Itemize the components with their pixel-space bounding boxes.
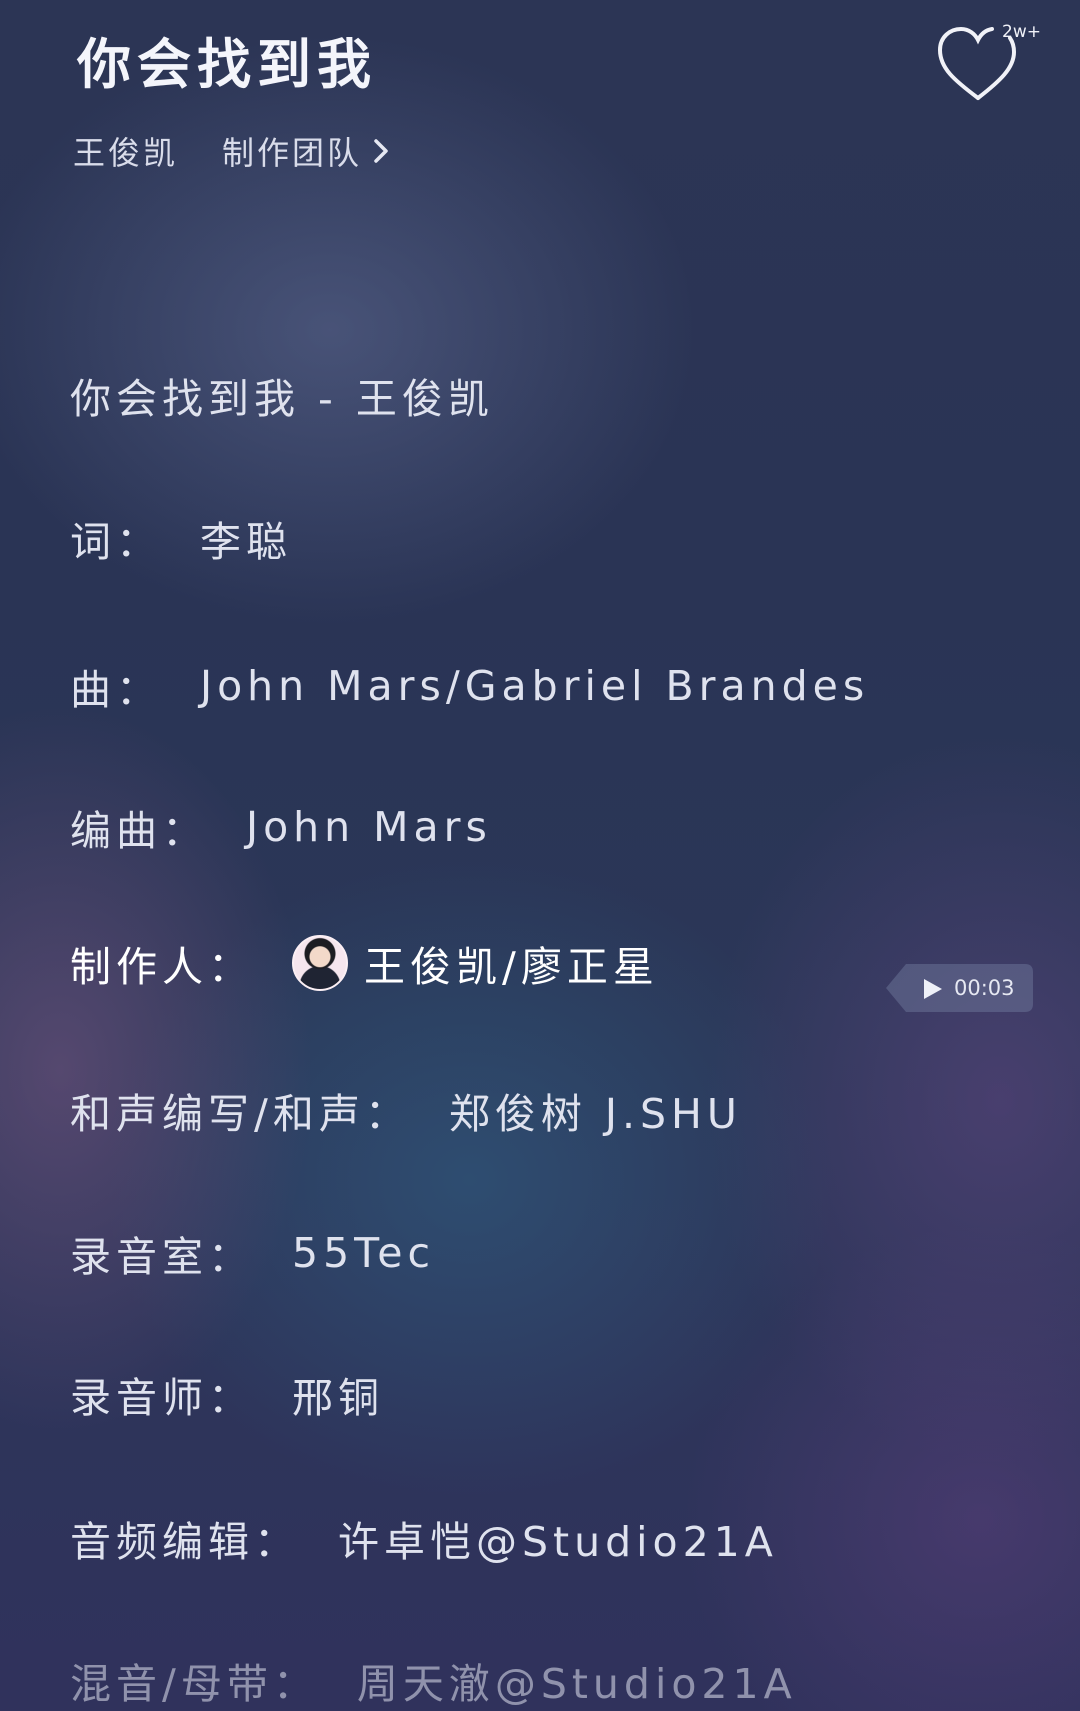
credit-value: 李聪 [200, 518, 292, 566]
play-from-here-button[interactable]: 00:03 [884, 963, 1034, 1013]
credit-lyricist: 词： 李聪 [70, 508, 292, 568]
credit-engineer: 录音师： 邢铜 [70, 1364, 384, 1424]
credit-label: 曲： [70, 666, 162, 714]
playback-time: 00:03 [954, 976, 1015, 1000]
production-team-link[interactable]: 制作团队 [222, 128, 390, 174]
artist-row: 王俊凯 制作团队 [73, 128, 390, 174]
credit-label: 词： [70, 518, 162, 566]
credit-value: 55Tec [292, 1229, 436, 1277]
credit-value: 郑俊树 J.SHU [448, 1090, 742, 1138]
credit-label: 和声编写/和声： [70, 1090, 411, 1138]
credit-value: 许卓恺@Studio21A [338, 1518, 778, 1566]
play-icon [924, 979, 942, 999]
credit-value: John Mars/Gabriel Brandes [200, 662, 870, 710]
credit-arranger: 编曲： John Mars [70, 797, 492, 857]
credit-composer: 曲： John Mars/Gabriel Brandes [70, 656, 869, 716]
credit-value: 周天澈@Studio21A [356, 1660, 797, 1708]
chevron-right-icon [372, 137, 390, 165]
credit-studio: 录音室： 55Tec [70, 1223, 435, 1283]
credit-value: 王俊凯/廖正星 [364, 943, 659, 991]
credit-label: 制作人： [70, 943, 254, 991]
credit-label: 录音师： [70, 1374, 254, 1422]
credit-label: 音频编辑： [70, 1518, 300, 1566]
credit-value: John Mars [246, 803, 492, 851]
credit-label: 混音/母带： [70, 1660, 319, 1708]
credit-label: 录音室： [70, 1233, 254, 1281]
like-count: 2w+ [1002, 22, 1041, 42]
production-team-label: 制作团队 [222, 134, 363, 172]
credit-value: 邢铜 [292, 1374, 384, 1422]
credit-harmony: 和声编写/和声： 郑俊树 J.SHU [70, 1080, 742, 1140]
avatar[interactable] [292, 935, 348, 991]
credit-value: 你会找到我 - 王俊凯 [70, 375, 494, 423]
credit-mixing: 混音/母带： 周天澈@Studio21A [70, 1650, 797, 1710]
credit-producer: 制作人： 王俊凯/廖正星 [70, 933, 659, 993]
credit-label: 编曲： [70, 807, 208, 855]
credit-audio-editor: 音频编辑： 许卓恺@Studio21A [70, 1508, 778, 1568]
credit-title-line: 你会找到我 - 王俊凯 [70, 365, 494, 425]
artist-name[interactable]: 王俊凯 [73, 128, 178, 174]
song-title: 你会找到我 [77, 33, 377, 96]
